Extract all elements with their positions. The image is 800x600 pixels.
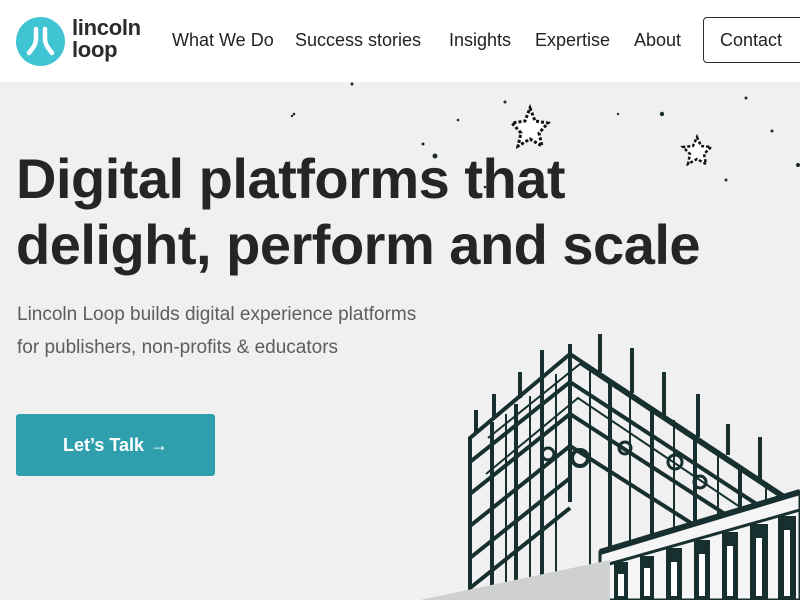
hero-title-line2: delight, perform and scale — [16, 213, 701, 276]
lincoln-loop-logo-icon — [16, 17, 65, 66]
nav-expertise[interactable]: Expertise — [535, 30, 610, 51]
lets-talk-button[interactable]: Let’s Talk → — [16, 414, 215, 476]
hero-title-line1: Digital platforms that — [16, 147, 566, 210]
hero-title: Digital platforms that delight, perform … — [16, 146, 701, 278]
lincoln-loop-logo[interactable]: lincoln loop — [16, 16, 146, 66]
lets-talk-label: Let’s Talk — [62, 434, 145, 455]
logo-wordmark: lincoln loop — [72, 17, 141, 61]
hero-subtitle: Lincoln Loop builds digital experience p… — [17, 298, 416, 364]
contact-button[interactable]: Contact — [703, 17, 800, 63]
hero-subtitle-line1: Lincoln Loop builds digital experience p… — [17, 304, 417, 325]
nav-success-stories[interactable]: Success stories — [295, 30, 421, 51]
nav-about[interactable]: About — [634, 30, 681, 51]
nav-what-we-do[interactable]: What We Do — [172, 30, 274, 51]
logo-wordmark-line2: loop — [72, 37, 118, 62]
logo-wordmark-line1: lincoln — [72, 15, 141, 40]
hero-subtitle-line2: for publishers, non-profits & educators — [17, 337, 339, 358]
site-header: lincoln loop What We Do Success stories … — [0, 0, 800, 82]
nav-insights[interactable]: Insights — [449, 30, 511, 51]
arrow-right-icon: → — [150, 434, 169, 455]
